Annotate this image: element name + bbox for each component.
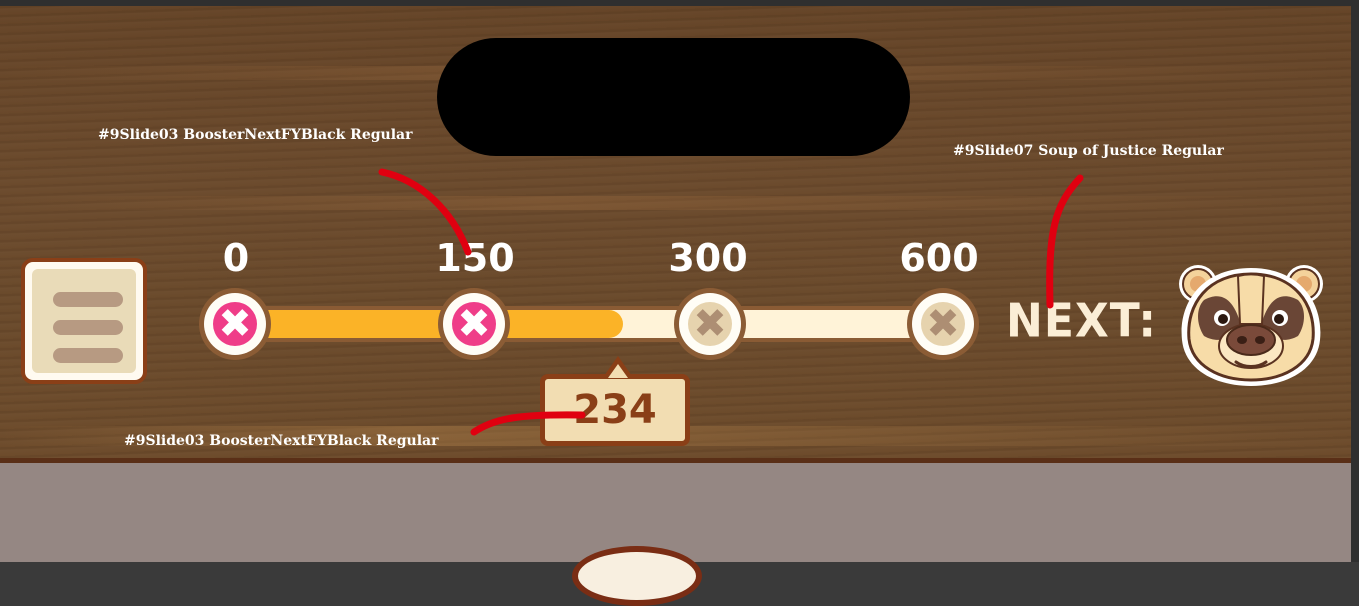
wood-grain <box>0 196 1351 210</box>
lower-gray-area <box>0 463 1351 562</box>
window-right-edge <box>1351 0 1359 562</box>
milestone-core: ✖ <box>452 302 496 346</box>
milestone-ring: ✖ <box>912 293 974 355</box>
milestone-core: ✖ <box>213 302 257 346</box>
hamburger-menu-icon <box>32 269 136 373</box>
x-icon: ✖ <box>457 301 491 347</box>
x-icon: ✖ <box>693 301 727 347</box>
annotation-milestone-font: #9Slide03 BoosterNextFYBlack Regular <box>98 127 413 143</box>
milestone-node-600[interactable]: ✖ <box>907 288 979 360</box>
redacted-area <box>437 38 910 156</box>
annotation-score-font: #9Slide03 BoosterNextFYBlack Regular <box>124 433 439 449</box>
milestone-node-150[interactable]: ✖ <box>438 288 510 360</box>
next-label: NEXT: <box>1006 294 1158 349</box>
score-bubble: 234 <box>540 374 690 446</box>
bottom-circle-button[interactable] <box>572 546 702 606</box>
menu-line <box>53 320 123 335</box>
score-bubble-pointer-inner <box>608 364 628 378</box>
milestone-ring: ✖ <box>443 293 505 355</box>
x-icon: ✖ <box>926 301 960 347</box>
menu-line <box>53 292 123 307</box>
milestone-label-600: 600 <box>899 236 979 280</box>
milestone-label-0: 0 <box>222 236 250 280</box>
menu-line <box>53 348 123 363</box>
milestone-label-300: 300 <box>668 236 748 280</box>
annotation-next-font: #9Slide07 Soup of Justice Regular <box>953 143 1224 159</box>
progress-track <box>232 306 944 342</box>
milestone-core: ✖ <box>688 302 732 346</box>
menu-button[interactable] <box>21 258 147 384</box>
badger-icon[interactable] <box>1174 262 1328 390</box>
current-score: 234 <box>573 387 657 433</box>
milestone-node-300[interactable]: ✖ <box>674 288 746 360</box>
milestone-core: ✖ <box>921 302 965 346</box>
milestone-ring: ✖ <box>679 293 741 355</box>
x-icon: ✖ <box>218 301 252 347</box>
milestone-ring: ✖ <box>204 293 266 355</box>
milestone-node-0[interactable]: ✖ <box>199 288 271 360</box>
milestone-label-150: 150 <box>435 236 515 280</box>
progress-fill <box>236 310 623 338</box>
